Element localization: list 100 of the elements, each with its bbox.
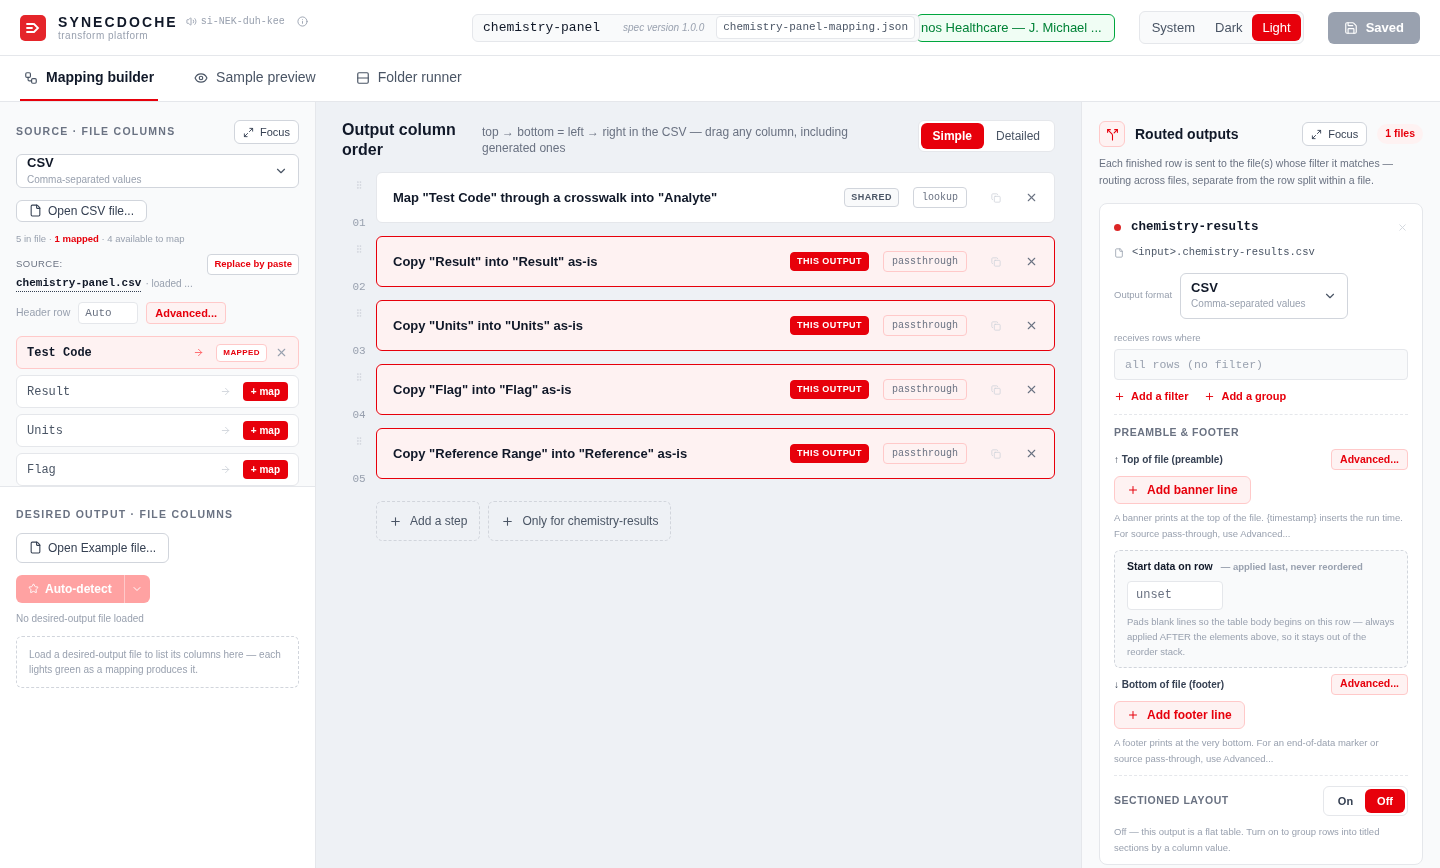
segment-option[interactable]: Light <box>1252 13 1301 42</box>
map-button[interactable]: + map <box>242 382 288 401</box>
step-description: Map "Test Code" through a crosswalk into "Analyte" <box>393 188 718 207</box>
speaker-icon[interactable] <box>185 16 197 27</box>
panel-description: Each finished row is sent to the file(s) whose filter it matches — routing across files, separate from the row split within a file. <box>1099 156 1395 188</box>
duplicate-icon[interactable] <box>991 320 1001 331</box>
advanced-button[interactable]: Advanced... <box>1331 449 1408 470</box>
plus-icon <box>1127 708 1139 721</box>
start-row-label: Start data on row <box>1127 559 1213 574</box>
open-file-button[interactable]: Open CSV file... <box>16 199 148 222</box>
empty-hint: Load a desired-output file to list its columns here — each lights green as a mapping produces it. <box>16 635 299 688</box>
focus-button[interactable]: Focus <box>1302 122 1368 146</box>
expand-icon <box>1311 128 1323 140</box>
duplicate-icon[interactable] <box>991 256 1001 267</box>
drag-handle-icon[interactable] <box>354 308 364 318</box>
advanced-button[interactable]: Advanced... <box>146 302 227 324</box>
duplicate-icon[interactable] <box>991 192 1001 203</box>
step-type-tag: passthrough <box>883 251 967 272</box>
drag-handle-icon[interactable] <box>354 372 364 382</box>
source-column-row[interactable]: Flag + map <box>16 453 299 486</box>
source-column-row[interactable]: Units + map <box>16 414 299 447</box>
map-button[interactable]: + map <box>242 421 288 440</box>
step-type-tag: passthrough <box>883 443 967 464</box>
column-name: Units <box>27 422 63 440</box>
help-text: Pads blank lines so the table body begins on this row — always applied AFTER the elements above, so it stays out of the reorder stack. <box>1127 614 1395 659</box>
file-icon <box>1114 247 1124 258</box>
section-title: SOURCE · FILE COLUMNS <box>16 124 176 140</box>
duplicate-icon[interactable] <box>991 448 1001 459</box>
format-select[interactable]: CSV Comma-separated values <box>1180 272 1349 319</box>
map-button[interactable]: + map <box>242 460 288 479</box>
segment-option[interactable]: On <box>1325 788 1366 814</box>
add-line-button[interactable]: Add footer line <box>1114 700 1245 729</box>
add-line-button[interactable]: Add banner line <box>1114 476 1251 504</box>
duplicate-icon[interactable] <box>991 384 1001 395</box>
source-label: SOURCE: <box>16 257 63 272</box>
info-icon[interactable] <box>296 16 308 27</box>
step-description: Copy "Flag" into "Flag" as-is <box>393 380 572 399</box>
replace-button[interactable]: Replace by paste <box>207 254 299 275</box>
close-icon[interactable] <box>1025 191 1038 204</box>
file-icon <box>29 204 42 218</box>
close-icon[interactable] <box>1025 383 1038 396</box>
close-icon[interactable] <box>1025 447 1038 460</box>
plus-icon <box>1204 390 1216 402</box>
step-card[interactable]: Map "Test Code" through a crosswalk into "Analyte" SHARED lookup <box>376 172 1055 223</box>
auto-detect-menu-button[interactable] <box>123 574 150 603</box>
step-card[interactable]: Copy "Reference Range" into "Reference" as-is THIS OUTPUT passthrough <box>376 428 1055 479</box>
filter-field[interactable]: all rows (no filter) <box>1114 348 1408 380</box>
start-row-note: — applied last, never reordered <box>1220 559 1363 574</box>
step-number: 04 <box>352 407 366 423</box>
preamble-label: ↑ Top of file (preamble) <box>1114 453 1223 467</box>
focus-button[interactable]: Focus <box>234 120 299 144</box>
segment-option[interactable]: Off <box>1365 788 1405 814</box>
scope-badge: THIS OUTPUT <box>790 379 869 400</box>
step-description: Copy "Reference Range" into "Reference" as-is <box>393 444 688 463</box>
plus-icon <box>1127 484 1139 496</box>
segment-option[interactable]: Dark <box>1205 13 1253 42</box>
file-icon <box>29 541 42 555</box>
step-type-tag: lookup <box>913 187 967 208</box>
step-description: Copy "Result" into "Result" as-is <box>393 252 598 271</box>
header-row-label: Header row <box>16 305 71 321</box>
step-number: 05 <box>352 471 366 487</box>
project-name: chemistry-panel <box>483 18 602 37</box>
arrow-right-icon <box>219 386 231 397</box>
source-file-link[interactable]: chemistry-panel.csv <box>16 274 142 292</box>
desired-status: No desired-output file loaded <box>16 611 145 626</box>
add-step-button[interactable]: Only for chemistry-results <box>488 501 672 541</box>
drag-handle-icon[interactable] <box>354 244 364 254</box>
drag-handle-icon[interactable] <box>354 180 364 190</box>
close-icon[interactable] <box>1025 319 1038 332</box>
step-number: 01 <box>352 215 366 231</box>
organization-pill[interactable]: nos Healthcare — J. Michael ... <box>916 13 1115 42</box>
pronunciation: si-NEK-duh-kee <box>200 16 285 27</box>
step-type-tag: passthrough <box>883 315 967 336</box>
add-filter-link[interactable]: Add a group <box>1204 387 1287 405</box>
segment-option[interactable]: System <box>1141 13 1206 42</box>
segment-option[interactable]: Detailed <box>983 123 1052 149</box>
mapped-badge: MAPPED <box>216 343 267 362</box>
source-column-row[interactable]: Result + map <box>16 375 299 408</box>
step-card[interactable]: Copy "Result" into "Result" as-is THIS OUTPUT passthrough <box>376 236 1055 287</box>
mapping-file[interactable]: chemistry-panel-mapping.json <box>716 16 916 39</box>
step-description: Copy "Units" into "Units" as-is <box>393 316 584 335</box>
panel-title: Output column order <box>342 120 457 160</box>
header-row-field[interactable]: Auto <box>78 302 139 324</box>
add-step-button[interactable]: Add a step <box>376 501 481 541</box>
advanced-button[interactable]: Advanced... <box>1331 673 1408 695</box>
format-select[interactable]: CSV Comma-separated values <box>16 154 299 188</box>
add-filter-link[interactable]: Add a filter <box>1114 387 1189 405</box>
file-status: · loaded ... <box>145 276 193 291</box>
output-name: chemistry-results <box>1131 219 1259 236</box>
step-card[interactable]: Copy "Flag" into "Flag" as-is THIS OUTPUT passthrough <box>376 364 1055 415</box>
drag-handle-icon[interactable] <box>354 436 364 446</box>
tab[interactable]: Folder runner <box>351 56 466 101</box>
tab[interactable]: Sample preview <box>190 56 320 101</box>
open-example-button[interactable]: Open Example file... <box>16 532 170 563</box>
close-icon[interactable] <box>275 346 288 359</box>
tab-icon <box>355 70 370 85</box>
segment-option[interactable]: Simple <box>920 123 984 149</box>
close-icon[interactable] <box>1025 255 1038 268</box>
step-card[interactable]: Copy "Units" into "Units" as-is THIS OUTPUT passthrough <box>376 300 1055 351</box>
start-row-field[interactable]: unset <box>1127 580 1223 610</box>
